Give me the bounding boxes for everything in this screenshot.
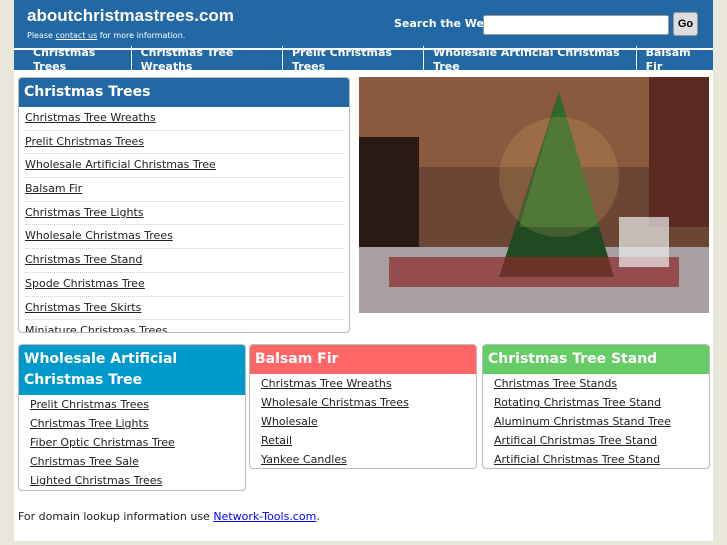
link[interactable]: Prelit Christmas Trees bbox=[25, 135, 144, 148]
link[interactable]: Christmas Tree Lights bbox=[30, 417, 149, 430]
list-item: Christmas Tree Sale bbox=[30, 452, 234, 471]
footer-text: For domain lookup information use bbox=[18, 510, 214, 523]
list-item: Wholesale bbox=[261, 412, 465, 431]
network-tools-link[interactable]: Network-Tools.com bbox=[213, 510, 316, 523]
list-item: Wholesale Christmas Trees bbox=[25, 225, 343, 250]
list-item: Fiber Optic Christmas Tree bbox=[30, 433, 234, 452]
list-item: Christmas Tree Stands bbox=[494, 374, 698, 393]
footer-period: . bbox=[316, 510, 320, 523]
list-item: Prelit Christmas Trees bbox=[25, 131, 343, 155]
list-item: Rotating Christmas Tree Stand bbox=[494, 393, 698, 412]
link[interactable]: Christmas Tree Skirts bbox=[25, 301, 141, 314]
nav-item[interactable]: Prelit Christmas Trees bbox=[282, 46, 423, 74]
list-item: Christmas Tree Skirts bbox=[25, 297, 343, 321]
nav-bar: Christmas Trees Christmas Tree Wreaths P… bbox=[14, 46, 713, 74]
list-item: Christmas Tree Lights bbox=[25, 202, 343, 226]
link[interactable]: Wholesale Artificial Christmas Tree bbox=[25, 158, 216, 171]
link[interactable]: Fiber Optic Christmas Tree bbox=[30, 436, 175, 449]
main-link-box: Christmas Trees Christmas Tree Wreaths Pr… bbox=[18, 77, 350, 333]
link[interactable]: Christmas Tree Stands bbox=[494, 377, 617, 390]
list-item: Artifical Christmas Tree Stand bbox=[494, 431, 698, 450]
link[interactable]: Retail bbox=[261, 434, 292, 447]
list-item: Spode Christmas Tree bbox=[25, 273, 343, 297]
nav-item[interactable]: Christmas Trees bbox=[26, 46, 131, 74]
link[interactable]: Yankee Candles bbox=[261, 453, 347, 466]
list-item: Wholesale Artificial Christmas Tree bbox=[25, 154, 343, 179]
box-title: Christmas Tree Stand bbox=[483, 345, 709, 374]
link[interactable]: Artificial Christmas Tree Stand bbox=[494, 453, 660, 466]
go-button[interactable]: Go bbox=[673, 12, 698, 36]
box-title: Wholesale Artificial Christmas Tree bbox=[19, 345, 245, 395]
link[interactable]: Christmas Tree Stand bbox=[25, 253, 142, 266]
link[interactable]: Wholesale bbox=[261, 415, 318, 428]
link[interactable]: Aluminum Christmas Stand Tree bbox=[494, 415, 671, 428]
link[interactable]: Miniature Christmas Trees bbox=[25, 324, 168, 332]
list-item: Christmas Tree Stand bbox=[25, 249, 343, 273]
link[interactable]: Artifical Christmas Tree Stand bbox=[494, 434, 657, 447]
link[interactable]: Lighted Christmas Trees bbox=[30, 474, 162, 487]
tagline-text: Please bbox=[27, 31, 56, 40]
link[interactable]: Prelit Christmas Trees bbox=[30, 398, 149, 411]
link-box-wholesale: Wholesale Artificial Christmas Tree Prel… bbox=[18, 344, 246, 491]
list-item: Christmas Tree Wreaths bbox=[261, 374, 465, 393]
link[interactable]: Christmas Tree Wreaths bbox=[25, 111, 156, 124]
page: aboutchristmastrees.com Please contact u… bbox=[14, 0, 713, 541]
link[interactable]: Christmas Tree Wreaths bbox=[261, 377, 392, 390]
list-item: Retail bbox=[261, 431, 465, 450]
search-input[interactable] bbox=[483, 15, 669, 35]
list-item: Aluminum Christmas Stand Tree bbox=[494, 412, 698, 431]
list-item: Balsam Fir bbox=[25, 178, 343, 202]
box-title: Christmas Trees bbox=[19, 78, 349, 107]
link[interactable]: Christmas Tree Sale bbox=[30, 455, 139, 468]
list-item: Miniature Christmas Trees bbox=[25, 320, 343, 332]
nav-item[interactable]: Balsam Fir bbox=[635, 46, 713, 74]
link[interactable]: Spode Christmas Tree bbox=[25, 277, 145, 290]
contact-link[interactable]: contact us bbox=[56, 31, 98, 40]
link[interactable]: Balsam Fir bbox=[25, 182, 82, 195]
nav-item[interactable]: Christmas Tree Wreaths bbox=[130, 46, 282, 74]
link[interactable]: Wholesale Christmas Trees bbox=[25, 229, 173, 242]
header: aboutchristmastrees.com Please contact u… bbox=[14, 0, 713, 48]
christmas-tree-photo bbox=[359, 77, 709, 313]
link[interactable]: Rotating Christmas Tree Stand bbox=[494, 396, 661, 409]
list-item: Christmas Tree Lights bbox=[30, 414, 234, 433]
link[interactable]: Wholesale Christmas Trees bbox=[261, 396, 409, 409]
nav-item[interactable]: Wholesale Artificial Christmas Tree bbox=[423, 46, 635, 74]
list-item: Yankee Candles bbox=[261, 450, 465, 468]
list-item: Christmas Tree Wreaths bbox=[25, 107, 343, 131]
footer: For domain lookup information use Networ… bbox=[18, 510, 320, 523]
tagline: Please contact us for more information. bbox=[27, 31, 185, 40]
site-title: aboutchristmastrees.com bbox=[27, 6, 234, 25]
list-item: Lighted Christmas Trees bbox=[30, 471, 234, 490]
list-item: Prelit Christmas Trees bbox=[30, 395, 234, 414]
search-label: Search the Web: bbox=[394, 17, 497, 30]
box-title: Balsam Fir bbox=[250, 345, 476, 374]
tagline-text-end: for more information. bbox=[97, 31, 186, 40]
link[interactable]: Christmas Tree Lights bbox=[25, 206, 144, 219]
list-item: Wholesale Christmas Trees bbox=[261, 393, 465, 412]
list-item: Artificial Christmas Tree Stand bbox=[494, 450, 698, 468]
link-box-balsam: Balsam Fir Christmas Tree Wreaths Wholesa… bbox=[249, 344, 477, 469]
link-box-stand: Christmas Tree Stand Christmas Tree Stan… bbox=[482, 344, 710, 469]
